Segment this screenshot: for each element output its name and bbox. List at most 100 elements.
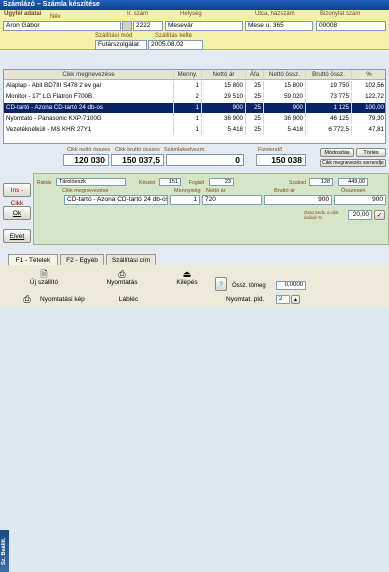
- gross-total: 150 037,5: [111, 154, 164, 166]
- table-cell: 47,81: [352, 125, 385, 135]
- table-cell: CD-tartó - Azona CD-tartó 24 db-os: [4, 103, 174, 113]
- col-header[interactable]: Áfa: [246, 70, 264, 80]
- net-price-field[interactable]: 720: [202, 195, 262, 205]
- gross-price-label: Bruttó ár: [274, 188, 296, 194]
- table-cell: 900: [202, 103, 246, 113]
- net-total-label: Cikk nettó összes: [67, 147, 111, 153]
- table-cell: 36 900: [264, 114, 306, 124]
- reorder-button[interactable]: Cikk megnevezés sorrendje: [320, 159, 386, 167]
- invoice-window: Számlázó – Számla készítése Ügyfél adata…: [0, 0, 389, 572]
- new-supplier-tool[interactable]: 🗎 Új szállító: [20, 269, 68, 286]
- table-cell: 79,30: [352, 114, 385, 124]
- table-cell: 25: [246, 92, 264, 102]
- table-cell: Monitor - 17" LG Flatron F700B: [4, 92, 174, 102]
- table-cell: 102,56: [352, 81, 385, 91]
- print-preview-label: Nyomtatási kép: [40, 296, 85, 303]
- table-header: Cikk megnevezése Menny. Nettó ár Áfa Net…: [4, 70, 385, 80]
- discount-label: Számlakedvezm.: [164, 147, 206, 153]
- ok-button[interactable]: Ok: [3, 206, 31, 220]
- table-cell: 25: [246, 114, 264, 124]
- date-field[interactable]: 2005.08.02: [148, 40, 203, 50]
- net-price-label: Nettó ár: [206, 188, 226, 194]
- reserved-label: Foglalt: [189, 180, 205, 186]
- table-cell: 1: [174, 114, 202, 124]
- col-header[interactable]: Cikk megnevezése: [4, 70, 174, 80]
- table-cell: 29 510: [202, 92, 246, 102]
- customer-label: Ügyfél adatai: [4, 11, 42, 17]
- item-name-field[interactable]: CD-tartó - Azona CD-tartó 24 db-os: [64, 195, 168, 205]
- supplier-icon: 🗎: [40, 269, 48, 279]
- modify-button[interactable]: Módosítás: [320, 148, 354, 157]
- table-cell: 25: [246, 103, 264, 113]
- tab-other[interactable]: F2 - Egyéb: [60, 254, 104, 265]
- preview-small-tool[interactable]: ⎙: [20, 294, 34, 304]
- table-cell: 1 125: [306, 103, 352, 113]
- window-title: Számlázó – Számla készítése: [0, 0, 389, 10]
- table-cell: 73 775: [306, 92, 352, 102]
- weight-label: Össz. tömeg: [232, 283, 266, 289]
- copies-spinner[interactable]: ▲: [291, 295, 300, 304]
- customer-header: Ügyfél adatai Név Ir. szám Helység Utca,…: [0, 10, 389, 50]
- footer-tool[interactable]: Lábléc: [106, 296, 151, 303]
- name-label: Név: [50, 14, 61, 20]
- gross-price-field[interactable]: 900: [264, 195, 332, 205]
- customer-picker-button[interactable]: [122, 21, 132, 31]
- table-row[interactable]: Alaplap - Abit BD7III S478 2 év gar 1 15 8…: [4, 81, 385, 91]
- col-header[interactable]: Nettó össz.: [264, 70, 306, 80]
- free-value-field: 449,00: [338, 178, 368, 186]
- col-header[interactable]: Nettó ár: [202, 70, 246, 80]
- tab-items[interactable]: F1 - Tételek: [8, 254, 58, 265]
- table-cell: Nyomtató - Panasonic KXP-7100G: [4, 114, 174, 124]
- insert-item-button[interactable]: Ins - Cikk: [3, 183, 31, 207]
- payment-select[interactable]: Futárszolgálat: [95, 40, 147, 50]
- table-row[interactable]: Nyomtató - Panasonic KXP-7100G 1 36 900 25 3…: [4, 114, 385, 124]
- customer-name-field[interactable]: Aron Gábor: [3, 21, 121, 31]
- table-cell: 1: [174, 125, 202, 135]
- item-name-label: Cikk megnevezése: [62, 188, 109, 194]
- street-field[interactable]: Mese u. 365: [245, 21, 313, 31]
- totals-bar: Cikk nettó összes Cikk bruttó összes Szá…: [0, 147, 389, 169]
- exit-tool[interactable]: ⏏ Kilépés: [163, 269, 211, 286]
- table-row[interactable]: CD-tartó - Azona CD-tartó 24 db-os 1 900 25…: [4, 103, 385, 113]
- zip-field[interactable]: 2222: [133, 21, 163, 31]
- table-cell: 25: [246, 81, 264, 91]
- table-cell: 19 750: [306, 81, 352, 91]
- help-button[interactable]: ?: [215, 277, 227, 291]
- table-cell: 25: [246, 125, 264, 135]
- city-field[interactable]: Mesevár: [165, 21, 243, 31]
- copies-field[interactable]: 2: [276, 295, 290, 304]
- settings-side-tab[interactable]: Sz. Beállít.: [0, 530, 9, 572]
- warehouse-field[interactable]: Tárolóeszk: [56, 178, 126, 186]
- doc-number-field[interactable]: 00008: [316, 21, 386, 31]
- net-total: 120 030: [63, 154, 109, 166]
- cancel-button[interactable]: Elvet: [3, 229, 31, 243]
- table-row[interactable]: Vezetéknélküli - MS KHR 27Y1 1 5 418 25 5 41…: [4, 125, 385, 135]
- col-header[interactable]: Bruttó össz.: [306, 70, 352, 80]
- delete-button[interactable]: Törlés: [356, 148, 386, 157]
- tab-shipping-address[interactable]: Szállítási cím: [106, 254, 156, 265]
- print-preview-tool[interactable]: Nyomtatási kép: [40, 296, 100, 303]
- col-header[interactable]: %: [352, 70, 385, 80]
- table-cell: 2: [174, 92, 202, 102]
- quantity-field[interactable]: 1: [170, 195, 200, 205]
- print-tool[interactable]: ⎙ Nyomtatás: [98, 269, 146, 286]
- tab-bar: F1 - Tételek F2 - Egyéb Szállítási cím: [8, 254, 388, 265]
- payable-total: 150 038: [256, 154, 306, 166]
- discount-percent-label: Össz.kedv. a cikk árából %: [304, 210, 339, 220]
- gross-total-label: Cikk bruttó összes: [115, 147, 160, 153]
- bottom-toolbar: Sz. Beállít. 🗎 Új szállító ⎙ Nyomtatás ⏏…: [0, 265, 389, 572]
- table-cell: 46 125: [306, 114, 352, 124]
- table-row[interactable]: Monitor - 17" LG Flatron F700B 2 29 510 25 5…: [4, 92, 385, 102]
- footer-label: Lábléc: [118, 296, 139, 303]
- new-supplier-label: Új szállító: [29, 279, 59, 286]
- table-cell: Alaplap - Abit BD7III S478 2 év gar: [4, 81, 174, 91]
- city-label: Helység: [180, 11, 202, 17]
- col-header[interactable]: Menny.: [174, 70, 202, 80]
- discount-field[interactable]: 0: [166, 154, 244, 166]
- table-cell: 122,72: [352, 92, 385, 102]
- copies-label: Nyomtat. pld.: [226, 296, 265, 303]
- discount-percent-field[interactable]: 20,00: [348, 210, 372, 220]
- table-cell: 59 020: [264, 92, 306, 102]
- discount-apply-button[interactable]: ✓: [374, 210, 385, 220]
- weight-field: 0,0000: [276, 281, 306, 290]
